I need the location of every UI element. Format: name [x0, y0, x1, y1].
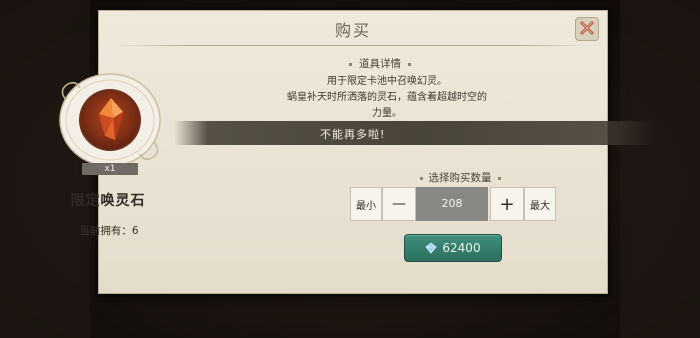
details-header: 道具详情	[300, 56, 460, 71]
header-dot-left	[349, 62, 352, 66]
item-name: 限定唤灵石	[70, 193, 146, 209]
title-divider	[113, 45, 593, 46]
buy-button[interactable]: 62400	[404, 234, 502, 262]
item-description: 用于限定卡池中召唤幻灵。 蜗皇补天时所洒落的灵石，蕴含着超越时空的 力量。	[282, 74, 492, 122]
minus-button[interactable]: —	[382, 187, 416, 221]
description-line: 用于限定卡池中召唤幻灵。	[327, 76, 447, 87]
owned-count: 当前拥有：6	[79, 225, 139, 237]
header-dot-right	[497, 176, 501, 180]
dialog-title: 购买	[334, 21, 371, 40]
description-line: 蜗皇补天时所洒落的灵石，蕴含着超越时空的	[287, 92, 487, 103]
title-bar: 购买	[99, 11, 607, 45]
close-button[interactable]	[575, 17, 599, 41]
gem-icon	[425, 239, 437, 258]
price-label: 62400	[442, 241, 481, 255]
details-header-label: 道具详情	[359, 58, 401, 70]
red-crystal-icon	[96, 96, 126, 146]
max-button[interactable]: 最大	[524, 187, 556, 221]
close-x-icon	[580, 20, 594, 39]
header-dot-left	[419, 176, 423, 180]
toast-banner	[174, 121, 654, 145]
purchase-dialog: 购买	[98, 10, 608, 294]
header-dot-right	[408, 62, 411, 66]
quantity-value[interactable]: 208	[416, 187, 488, 221]
min-button[interactable]: 最小	[350, 187, 382, 221]
quantity-header: 选择购买数量	[404, 170, 516, 185]
plus-button[interactable]: +	[490, 187, 524, 221]
quantity-label: 选择购买数量	[428, 172, 492, 184]
description-line: 力量。	[372, 108, 402, 119]
toast-message: 不能再多啦!	[320, 128, 386, 141]
item-count-badge: x1	[82, 163, 138, 175]
